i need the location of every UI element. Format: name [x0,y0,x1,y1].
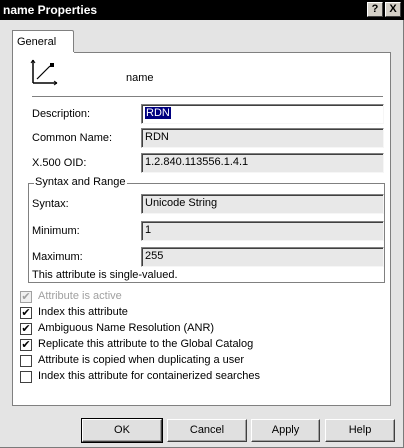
anr-checkbox[interactable]: ✔ [20,323,32,335]
global-catalog-checkbox[interactable]: ✔ [20,339,32,351]
common-name-label: Common Name: [32,132,113,144]
syntax-label: Syntax: [32,198,69,210]
window-title: name Properties [3,3,98,17]
minimum-field[interactable]: 1 [141,221,384,241]
maximum-field[interactable]: 255 [141,247,384,267]
active-label: Attribute is active [38,290,122,302]
separator [32,96,383,98]
minimum-label: Minimum: [32,225,80,237]
cancel-button[interactable]: Cancel [167,419,247,442]
active-checkbox: ✔ [20,291,32,303]
syntax-range-title: Syntax and Range [34,176,127,188]
attribute-icon [30,59,58,86]
index-checkbox[interactable]: ✔ [20,307,32,319]
copy-on-duplicate-label[interactable]: Attribute is copied when duplicating a u… [38,354,244,366]
title-bar[interactable]: name Properties ? X [0,0,404,20]
containerized-index-label[interactable]: Index this attribute for containerized s… [38,370,260,382]
common-name-field[interactable]: RDN [141,128,384,148]
attribute-name: name [126,72,154,84]
properties-dialog: name Properties ? X General name Descrip… [0,0,404,448]
global-catalog-label[interactable]: Replicate this attribute to the Global C… [38,338,253,350]
index-label[interactable]: Index this attribute [38,306,128,318]
containerized-index-checkbox[interactable] [20,371,32,383]
maximum-label: Maximum: [32,251,83,263]
apply-button[interactable]: Apply [251,419,320,442]
oid-label: X.500 OID: [32,157,87,169]
help-button[interactable]: Help [325,419,395,442]
oid-field[interactable]: 1.2.840.113556.1.4.1 [141,153,384,173]
help-title-button[interactable]: ? [367,2,383,17]
tab-panel-edge [74,52,391,53]
single-valued-note: This attribute is single-valued. [32,269,178,281]
syntax-field[interactable]: Unicode String [141,194,384,214]
close-button[interactable]: X [385,2,401,17]
description-label: Description: [32,108,91,120]
ok-button[interactable]: OK [81,418,163,443]
tab-general[interactable]: General [12,30,74,53]
description-field[interactable]: RDN [141,104,384,124]
anr-label[interactable]: Ambiguous Name Resolution (ANR) [38,322,214,334]
copy-on-duplicate-checkbox[interactable] [20,355,32,367]
